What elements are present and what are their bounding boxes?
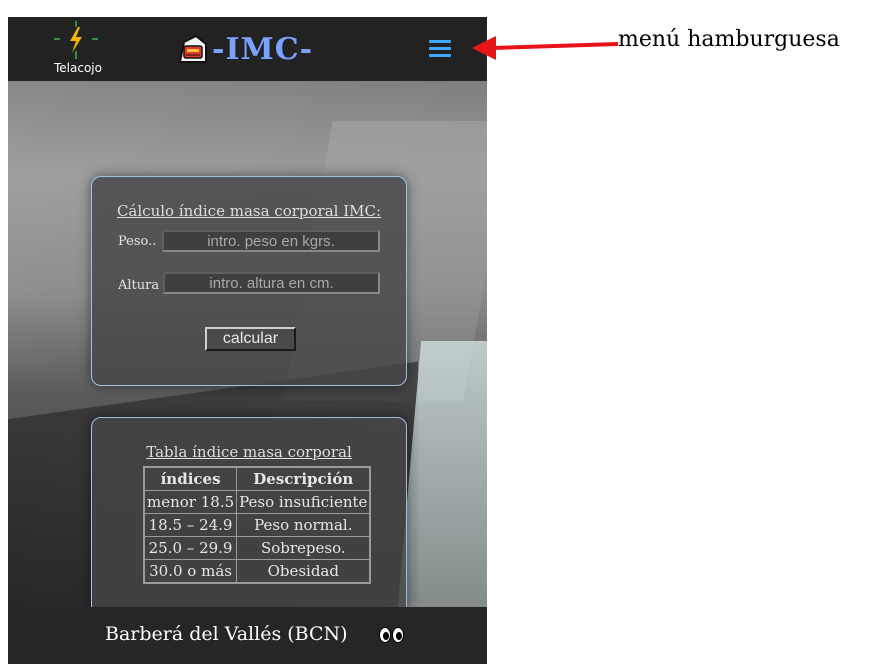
table-row: menor 18.5 Peso insuficiente [143,490,371,514]
table-header-cell: Descripción [236,466,371,491]
hamburger-menu-icon[interactable] [429,37,451,61]
table-cell: 25.0 – 29.9 [143,536,238,560]
form-title: Cálculo índice masa corporal IMC: [116,202,382,220]
logo-label: Telacojo [54,61,102,75]
height-label: Altura [118,278,160,293]
table-row: 30.0 o más Obesidad [143,559,371,584]
table-cell: Peso normal. [236,513,371,537]
mobile-screen: Telacojo -IMC- Cálculo índice masa corpo… [8,17,487,664]
table-title: Tabla índice masa corporal [146,443,352,461]
bmi-form-card: Cálculo índice masa corporal IMC: Peso..… [91,176,407,386]
scale-icon [178,34,207,63]
app-title: -IMC- [212,31,314,67]
logo[interactable]: Telacojo [48,19,108,77]
table-cell: menor 18.5 [143,490,238,514]
table-header-cell: índices [143,466,238,491]
lightning-logo-icon [54,21,98,59]
eyes-icon [379,627,405,645]
app-brand: -IMC- [176,29,313,69]
table-row: 25.0 – 29.9 Sobrepeso. [143,536,371,560]
table-cell: 30.0 o más [143,559,238,584]
background-image: Cálculo índice masa corporal IMC: Peso..… [8,81,487,661]
table-cell: Obesidad [236,559,371,584]
table-cell: 18.5 – 24.9 [143,513,238,537]
height-input[interactable] [163,272,380,294]
table-cell: Peso insuficiente [236,490,371,514]
annotation-arrow-icon [472,36,619,60]
footer: Barberá del Vallés (BCN) [8,607,487,664]
calculate-button[interactable]: calcular [205,327,296,351]
bmi-table: índices Descripción menor 18.5 Peso insu… [143,466,372,584]
weight-input[interactable] [162,230,380,252]
table-header-row: índices Descripción [143,466,371,491]
bmi-table-card: Tabla índice masa corporal índices Descr… [91,417,407,629]
footer-location: Barberá del Vallés (BCN) [105,623,348,645]
top-bar: Telacojo -IMC- [8,17,487,81]
weight-label: Peso.. [118,234,157,249]
table-cell: Sobrepeso. [236,536,371,560]
table-row: 18.5 – 24.9 Peso normal. [143,513,371,537]
annotation-label: menú hamburguesa [618,27,840,52]
